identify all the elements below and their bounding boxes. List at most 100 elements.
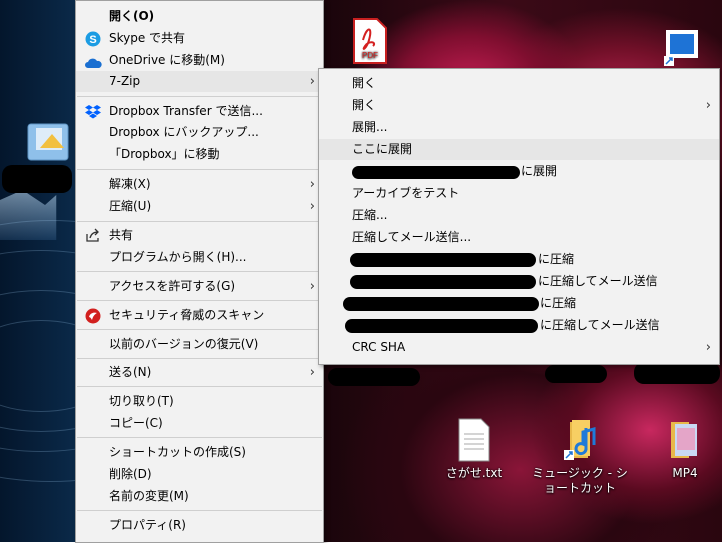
menu-item-label: CRC SHA [352,340,406,354]
skype-icon: S [85,31,101,47]
desktop-icon-label: ミュージック - ショートカット [532,466,628,495]
menu-item-label: プロパティ(R) [109,518,186,532]
menu-item-label: 展開... [352,120,388,134]
zip-test-archive[interactable]: アーカイブをテスト [319,183,719,204]
chevron-right-icon: › [705,98,711,113]
menu-item-send-to[interactable]: 送る(N) › [76,362,323,383]
menu-item-label: Skype で共有 [109,31,186,45]
folder-icon [671,422,697,458]
menu-item-label: に圧縮 [538,252,575,266]
menu-item-open[interactable]: 開く(O) [76,6,323,27]
desktop-icon-music-shortcut[interactable]: ミュージック - ショートカット [528,418,632,496]
menu-item-copy[interactable]: コピー(C) [76,413,323,434]
menu-item-dropbox-move[interactable]: 「Dropbox」に移動 [76,144,323,165]
redacted-filename [350,253,536,267]
menu-item-rename[interactable]: 名前の変更(M) [76,486,323,507]
menu-item-create-shortcut[interactable]: ショートカットの作成(S) [76,442,323,463]
menu-item-onedrive-move[interactable]: OneDrive に移動(M) [76,50,323,71]
chevron-right-icon: › [309,177,315,192]
menu-item-label: ショートカットの作成(S) [109,445,246,459]
menu-separator [77,271,322,272]
menu-item-label: Dropbox Transfer で送信... [109,104,263,118]
desktop-icon-mp4-folder[interactable]: MP4 [660,418,710,481]
menu-item-7zip[interactable]: 7-Zip › [76,71,323,92]
zip-crc-sha[interactable]: CRC SHA › [319,337,719,358]
archive-icon [27,123,69,161]
desktop-icon-label: MP4 [672,466,698,480]
menu-item-label: 以前のバージョンの復元(V) [109,337,259,351]
menu-item-give-access[interactable]: アクセスを許可する(G) › [76,276,323,297]
zip-compress-and-email[interactable]: 圧縮してメール送信... [319,227,719,248]
desktop-icon-pdf[interactable]: PDF [350,18,390,68]
redacted-filename [350,275,536,289]
menu-item-label: アクセスを許可する(G) [109,279,236,293]
desktop-icon-text-file[interactable]: さがせ.txt [440,418,508,481]
menu-item-label: 開く [352,76,377,90]
zip-open[interactable]: 開く [319,73,719,94]
menu-item-delete[interactable]: 削除(D) [76,464,323,485]
menu-item-dropbox-transfer[interactable]: Dropbox Transfer で送信... [76,101,323,122]
app-shortcut-icon [664,30,698,66]
menu-separator [77,96,322,97]
menu-item-restore-versions[interactable]: 以前のバージョンの復元(V) [76,334,323,355]
zip-add-to-archive[interactable]: 圧縮... [319,205,719,226]
menu-item-label: 圧縮... [352,208,388,222]
menu-item-label: に圧縮してメール送信 [540,318,660,332]
menu-item-label: 圧縮(U) [109,199,152,213]
redacted-filename [352,166,520,179]
desktop-icon-shortcut-app[interactable] [662,26,702,72]
context-menu: 開く(O) S Skype で共有 OneDrive に移動(M) 7-Zip … [75,0,324,543]
desktop-icon-label: さがせ.txt [445,466,503,480]
menu-separator [77,358,322,359]
7zip-submenu: 開く 開く › 展開... ここに展開 に展開 アーカイブをテスト 圧縮... … [318,68,720,365]
security-shield-icon [85,308,101,324]
menu-separator [77,169,322,170]
menu-separator [77,300,322,301]
zip-compress-to-zip-email[interactable]: に圧縮してメール送信 [319,315,719,336]
onedrive-icon [85,55,102,70]
chevron-right-icon: › [705,340,711,355]
menu-item-label: OneDrive に移動(M) [109,53,225,67]
chevron-right-icon: › [309,199,315,214]
menu-item-share[interactable]: 共有 [76,225,323,246]
pdf-icon: PDF [353,18,387,64]
menu-item-open-with[interactable]: プログラムから開く(H)... [76,247,323,268]
zip-compress-to-7z[interactable]: に圧縮 [319,249,719,270]
menu-item-label: に圧縮 [540,296,577,310]
menu-item-skype-share[interactable]: S Skype で共有 [76,28,323,49]
menu-separator [77,221,322,222]
menu-item-label: セキュリティ脅威のスキャン [109,308,265,322]
menu-item-label: 送る(N) [109,365,152,379]
menu-item-label: 名前の変更(M) [109,489,189,503]
menu-item-compress[interactable]: 圧縮(U) › [76,196,323,217]
zip-compress-to-7z-email[interactable]: に圧縮してメール送信 [319,271,719,292]
menu-item-cut[interactable]: 切り取り(T) [76,391,323,412]
text-file-icon [458,418,490,462]
svg-text:S: S [89,34,96,46]
menu-item-label: 開く [352,98,377,112]
zip-extract-files[interactable]: 展開... [319,117,719,138]
share-icon [85,228,101,243]
menu-item-label: 圧縮してメール送信... [352,230,472,244]
menu-item-label: 共有 [109,228,134,242]
zip-extract-here[interactable]: ここに展開 [319,139,719,160]
menu-item-label: アーカイブをテスト [352,186,460,200]
menu-item-label: に圧縮してメール送信 [538,274,658,288]
menu-item-properties[interactable]: プロパティ(R) [76,515,323,536]
menu-item-label: に展開 [521,164,558,178]
menu-item-extract[interactable]: 解凍(X) › [76,174,323,195]
menu-item-label: 解凍(X) [109,177,151,191]
redacted-filename [345,319,538,333]
zip-compress-to-zip[interactable]: に圧縮 [319,293,719,314]
menu-item-label: プログラムから開く(H)... [109,250,247,264]
zip-open-submenu[interactable]: 開く › [319,95,719,116]
menu-separator [77,329,322,330]
desktop-icon-archive[interactable] [20,118,80,170]
svg-text:PDF: PDF [362,51,378,60]
menu-item-label: Dropbox にバックアップ... [109,125,259,139]
zip-extract-to-folder[interactable]: に展開 [319,161,719,182]
menu-separator [77,437,322,438]
menu-item-label: コピー(C) [109,416,163,430]
menu-item-security-scan[interactable]: セキュリティ脅威のスキャン [76,305,323,326]
menu-item-dropbox-backup[interactable]: Dropbox にバックアップ... [76,122,323,143]
